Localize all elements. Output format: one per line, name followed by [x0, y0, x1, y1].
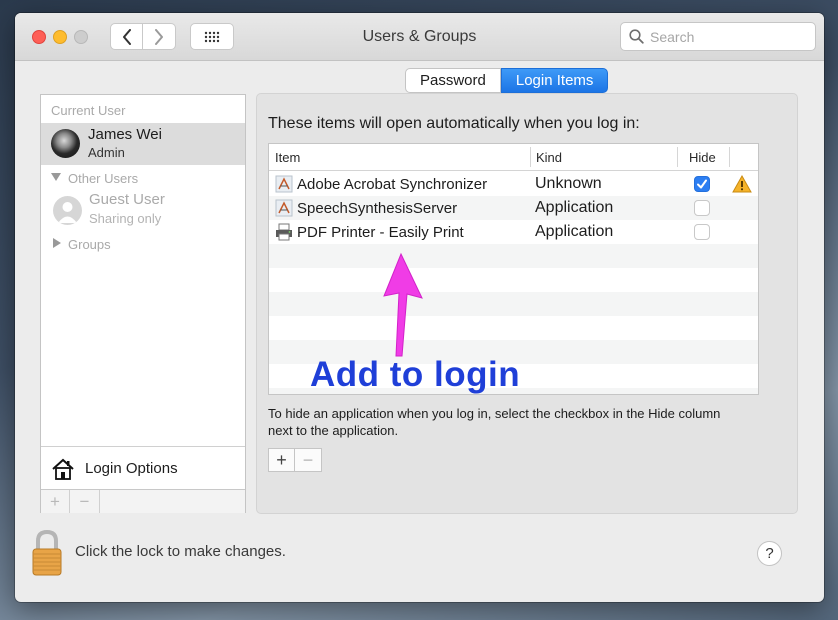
item-cell: SpeechSynthesisServer [275, 199, 457, 217]
annotation-arrow-icon [383, 252, 423, 357]
other-users-heading: Other Users [68, 171, 139, 186]
item-cell: PDF Printer - Easily Print [275, 223, 464, 241]
kind-cell: Application [535, 223, 614, 240]
search-field[interactable] [620, 22, 816, 51]
generic-app-icon [275, 199, 293, 217]
hide-checkbox[interactable] [694, 200, 710, 216]
printer-icon [276, 223, 292, 241]
table-row[interactable]: SpeechSynthesisServer Application [269, 196, 758, 220]
current-user-heading: Current User [51, 103, 126, 118]
remove-user-button[interactable]: − [70, 490, 100, 513]
column-divider [677, 147, 678, 167]
annotation-text: Add to login [310, 355, 521, 394]
disclosure-down-icon[interactable] [51, 173, 61, 181]
login-options-button[interactable]: Login Options [41, 446, 245, 490]
tab-password[interactable]: Password [405, 68, 501, 93]
guest-user-name: Guest User [89, 191, 165, 208]
house-icon [52, 458, 74, 480]
column-header-hide[interactable]: Hide [689, 150, 716, 165]
column-header-item[interactable]: Item [275, 150, 300, 165]
login-items-toolbar: + − [268, 448, 322, 472]
add-login-item-button[interactable]: + [269, 449, 295, 471]
column-divider [729, 147, 730, 167]
avatar [51, 129, 80, 158]
table-row[interactable]: PDF Printer - Easily Print Application [269, 220, 758, 244]
login-options-label: Login Options [85, 460, 178, 477]
sidebar-item-current-user[interactable]: James Wei Admin [41, 123, 245, 165]
hide-hint-text: To hide an application when you log in, … [268, 406, 721, 438]
kind-cell: Application [535, 199, 614, 216]
tab-bar: Password Login Items [405, 68, 609, 93]
column-header-kind[interactable]: Kind [536, 150, 562, 165]
add-user-button[interactable]: + [41, 490, 70, 513]
lock-icon[interactable] [30, 528, 64, 578]
guest-avatar-icon [53, 196, 82, 225]
current-user-role: Admin [88, 145, 125, 160]
search-input[interactable] [650, 28, 810, 45]
lock-message: Click the lock to make changes. [75, 543, 286, 560]
titlebar: Users & Groups [15, 13, 824, 61]
hide-checkbox[interactable] [694, 224, 710, 240]
tab-login-items[interactable]: Login Items [500, 68, 609, 93]
item-cell: Adobe Acrobat Synchronizer [275, 175, 487, 193]
kind-cell: Unknown [535, 175, 602, 192]
empty-row [269, 244, 758, 268]
hide-checkbox[interactable] [694, 176, 710, 192]
checkmark-icon [697, 179, 707, 189]
remove-login-item-button[interactable]: − [295, 449, 321, 471]
login-items-intro: These items will open automatically when… [268, 115, 640, 132]
search-icon [629, 29, 644, 44]
table-row[interactable]: Adobe Acrobat Synchronizer Unknown [269, 172, 758, 196]
sidebar-toolbar: + − [41, 489, 245, 513]
disclosure-right-icon[interactable] [53, 238, 61, 248]
empty-row [269, 268, 758, 292]
column-divider [530, 147, 531, 167]
table-header: Item Kind Hide [269, 144, 758, 171]
current-user-name: James Wei [88, 126, 162, 143]
users-sidebar: Current User James Wei Admin Other Users… [40, 94, 246, 513]
generic-app-icon [275, 175, 293, 193]
guest-user-status: Sharing only [89, 211, 162, 226]
empty-row [269, 292, 758, 316]
help-button[interactable]: ? [757, 541, 782, 566]
item-name: PDF Printer - Easily Print [297, 223, 464, 241]
warning-icon[interactable] [732, 175, 752, 193]
empty-row [269, 316, 758, 340]
item-name: SpeechSynthesisServer [297, 199, 458, 217]
groups-heading: Groups [68, 237, 111, 252]
item-name: Adobe Acrobat Synchronizer [297, 175, 488, 193]
